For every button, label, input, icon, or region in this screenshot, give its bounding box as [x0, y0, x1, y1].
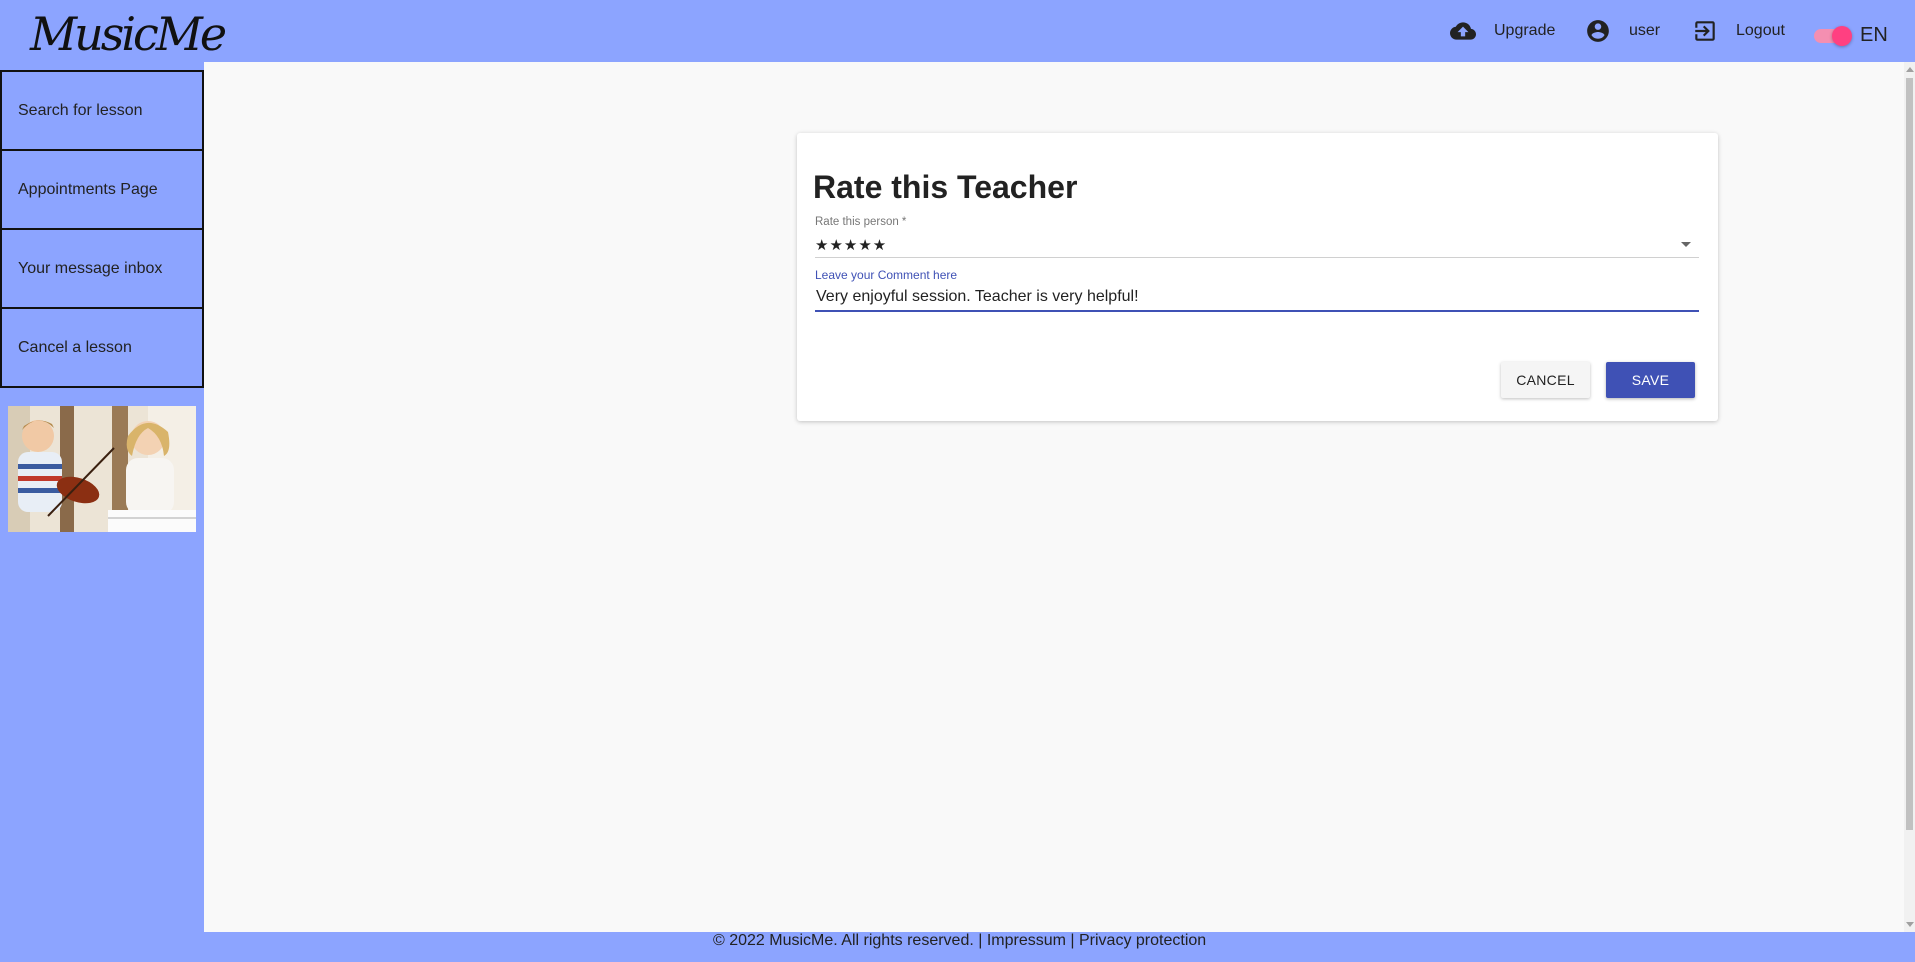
language-toggle[interactable] [1814, 25, 1852, 46]
violin-lesson-photo [8, 406, 196, 532]
copyright-text: © 2022 MusicMe. All rights reserved. | [713, 932, 987, 949]
sidebar: Search for lesson Appointments Page Your… [0, 62, 204, 932]
scroll-down-arrow-icon[interactable] [1906, 922, 1914, 927]
sidebar-item-cancel-lesson[interactable]: Cancel a lesson [0, 307, 204, 388]
privacy-protection-link[interactable]: Privacy protection [1079, 932, 1206, 949]
scroll-thumb[interactable] [1906, 78, 1913, 830]
sidebar-item-search-lesson[interactable]: Search for lesson [0, 70, 204, 151]
rate-teacher-dialog: Rate this Teacher Rate this person * ★★★… [797, 133, 1718, 421]
upgrade-link[interactable]: Upgrade [1450, 18, 1555, 44]
sidebar-item-label: Your message inbox [18, 259, 163, 277]
footer-separator: | [1065, 932, 1079, 949]
impressum-link[interactable]: Impressum [987, 932, 1066, 949]
footer-text: © 2022 MusicMe. All rights reserved. | I… [713, 932, 1206, 950]
scrollbar[interactable] [1904, 62, 1915, 932]
user-label: user [1629, 22, 1661, 39]
scroll-up-arrow-icon[interactable] [1906, 67, 1914, 72]
sidebar-item-message-inbox[interactable]: Your message inbox [0, 228, 204, 309]
upgrade-label: Upgrade [1494, 22, 1556, 39]
cancel-button[interactable]: CANCEL [1501, 362, 1590, 398]
save-button[interactable]: SAVE [1606, 362, 1695, 398]
top-bar: MusicMe Upgrade user Logout EN [0, 0, 1915, 62]
main-content: Rate this Teacher Rate this person * ★★★… [204, 62, 1904, 932]
chevron-down-icon [1681, 242, 1691, 247]
sidebar-item-label: Search for lesson [18, 101, 143, 119]
footer: © 2022 MusicMe. All rights reserved. | I… [0, 932, 1915, 962]
language-switch: EN [1814, 24, 1888, 47]
account-circle-icon [1587, 20, 1609, 42]
rating-label: Rate this person * [815, 216, 907, 228]
cloud-upload-icon [1450, 22, 1476, 40]
sidebar-item-label: Appointments Page [18, 180, 158, 198]
language-label: EN [1860, 24, 1888, 46]
rating-select[interactable]: ★★★★★ [815, 232, 1699, 258]
dialog-title: Rate this Teacher [813, 169, 1078, 205]
logout-link[interactable]: Logout [1692, 18, 1785, 44]
toggle-knob [1832, 25, 1852, 46]
logout-label: Logout [1736, 22, 1785, 39]
comment-input[interactable] [815, 284, 1699, 312]
logout-icon [1695, 21, 1715, 41]
musicme-logo[interactable]: MusicMe [30, 2, 227, 66]
sidebar-item-label: Cancel a lesson [18, 338, 132, 356]
logo-text: MusicMe [30, 7, 227, 61]
user-menu[interactable]: user [1585, 18, 1660, 44]
comment-label: Leave your Comment here [815, 268, 958, 282]
rating-value: ★★★★★ [815, 237, 888, 254]
sidebar-item-appointments[interactable]: Appointments Page [0, 149, 204, 230]
